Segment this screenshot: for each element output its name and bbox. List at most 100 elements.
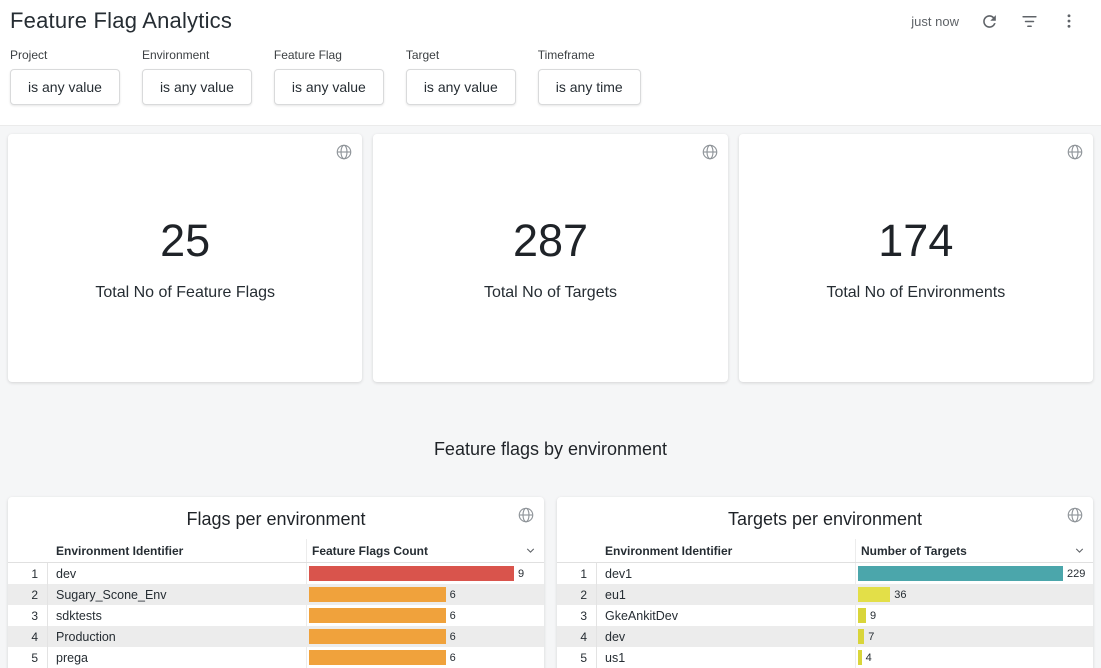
- row-index: 2: [557, 584, 597, 605]
- filter-group-target: Target is any value: [406, 48, 516, 105]
- column-header-environment-identifier[interactable]: Environment Identifier: [597, 539, 855, 562]
- table-title: Targets per environment: [557, 497, 1093, 539]
- kpi-value: 25: [160, 215, 210, 267]
- filter-group-environment: Environment is any value: [142, 48, 252, 105]
- column-header-number-of-targets[interactable]: Number of Targets: [861, 544, 967, 558]
- row-index: 4: [8, 626, 48, 647]
- bar: [309, 587, 446, 602]
- filter-value-button-project[interactable]: is any value: [10, 69, 120, 105]
- kpi-row: 25 Total No of Feature Flags 287 Total N…: [0, 126, 1101, 390]
- bar-value: 6: [450, 610, 456, 622]
- bar-value: 229: [1067, 568, 1085, 580]
- kpi-card-feature-flags: 25 Total No of Feature Flags: [8, 134, 362, 382]
- environment-identifier: GkeAnkitDev: [597, 605, 855, 626]
- kpi-label: Total No of Targets: [484, 284, 617, 302]
- bar-value: 6: [450, 589, 456, 601]
- bar-value: 6: [450, 652, 456, 664]
- row-index: 4: [557, 626, 597, 647]
- table-row: 1dev9: [8, 563, 544, 584]
- kpi-card-targets: 287 Total No of Targets: [373, 134, 727, 382]
- environment-identifier: dev: [48, 563, 306, 584]
- bar: [858, 650, 862, 665]
- globe-icon: [517, 506, 535, 529]
- bar-cell: 6: [306, 647, 544, 668]
- kebab-menu-icon[interactable]: [1059, 11, 1079, 31]
- globe-icon: [1066, 506, 1084, 529]
- table-row: 1dev1 229: [557, 563, 1093, 584]
- row-index: 1: [557, 563, 597, 584]
- bar: [858, 587, 890, 602]
- environment-identifier: dev: [597, 626, 855, 647]
- row-index: 2: [8, 584, 48, 605]
- row-index: 3: [8, 605, 48, 626]
- environment-identifier: sdktests: [48, 605, 306, 626]
- bar-value: 4: [866, 652, 872, 664]
- refresh-icon[interactable]: [979, 11, 999, 31]
- chevron-down-icon[interactable]: [1073, 544, 1086, 557]
- table-row: 5prega 6: [8, 647, 544, 668]
- page-title: Feature Flag Analytics: [10, 8, 232, 34]
- row-index: 5: [557, 647, 597, 668]
- environment-identifier: Production: [48, 626, 306, 647]
- filter-label: Timeframe: [538, 48, 641, 62]
- globe-icon: [335, 143, 353, 166]
- row-index: 3: [557, 605, 597, 626]
- table-title: Flags per environment: [8, 497, 544, 539]
- filter-group-feature-flag: Feature Flag is any value: [274, 48, 384, 105]
- last-updated: just now: [911, 14, 959, 29]
- chevron-down-icon[interactable]: [524, 544, 537, 557]
- filter-icon[interactable]: [1019, 11, 1039, 31]
- kpi-value: 287: [513, 215, 588, 267]
- bar: [309, 566, 514, 581]
- index-column-header: [8, 539, 48, 562]
- row-index: 5: [8, 647, 48, 668]
- filter-label: Project: [10, 48, 120, 62]
- filter-group-project: Project is any value: [10, 48, 120, 105]
- globe-icon: [1066, 143, 1084, 166]
- bar: [309, 608, 446, 623]
- bar-cell: 4: [855, 647, 1093, 668]
- bar-value: 36: [894, 589, 906, 601]
- kpi-card-environments: 174 Total No of Environments: [739, 134, 1093, 382]
- filter-value-button-environment[interactable]: is any value: [142, 69, 252, 105]
- filter-value-button-feature-flag[interactable]: is any value: [274, 69, 384, 105]
- column-header-feature-flags-count[interactable]: Feature Flags Count: [312, 544, 428, 558]
- kpi-label: Total No of Feature Flags: [95, 284, 275, 302]
- bar-cell: 229: [855, 563, 1093, 584]
- bar: [858, 566, 1063, 581]
- bar-cell: 36: [855, 584, 1093, 605]
- bar-value: 9: [518, 568, 524, 580]
- index-column-header: [557, 539, 597, 562]
- table-header: Environment Identifier Number of Targets: [557, 539, 1093, 563]
- bar-cell: 7: [855, 626, 1093, 647]
- environment-identifier: Sugary_Scone_Env: [48, 584, 306, 605]
- table-row: 3sdktests 6: [8, 605, 544, 626]
- bar-cell: 9: [306, 563, 544, 584]
- bar-cell: 9: [855, 605, 1093, 626]
- table-row: 2Sugary_Scone_Env 6: [8, 584, 544, 605]
- dashboard-header: Feature Flag Analytics just now Project …: [0, 0, 1101, 126]
- table-row: 5us14: [557, 647, 1093, 668]
- globe-icon: [701, 143, 719, 166]
- table-row: 2eu136: [557, 584, 1093, 605]
- filter-value-button-timeframe[interactable]: is any time: [538, 69, 641, 105]
- bar: [858, 608, 866, 623]
- bar-value: 7: [868, 631, 874, 643]
- bar-value: 9: [870, 610, 876, 622]
- table-card-targets-per-environment: Targets per environment Environment Iden…: [557, 497, 1093, 668]
- bar-cell: 6: [306, 584, 544, 605]
- table-header: Environment Identifier Feature Flags Cou…: [8, 539, 544, 563]
- environment-identifier: prega: [48, 647, 306, 668]
- kpi-value: 174: [878, 215, 953, 267]
- bar: [309, 650, 446, 665]
- table-body: 1dev92Sugary_Scone_Env63sdktests64Produc…: [8, 563, 544, 668]
- column-header-environment-identifier[interactable]: Environment Identifier: [48, 539, 306, 562]
- filter-label: Environment: [142, 48, 252, 62]
- environment-identifier: dev1: [597, 563, 855, 584]
- filter-value-button-target[interactable]: is any value: [406, 69, 516, 105]
- table-body: 1dev12292eu1363GkeAnkitDev94dev75us14: [557, 563, 1093, 668]
- table-row: 4Production6: [8, 626, 544, 647]
- filter-label: Feature Flag: [274, 48, 384, 62]
- kpi-label: Total No of Environments: [826, 284, 1005, 302]
- filter-bar: Project is any value Environment is any …: [10, 34, 1085, 105]
